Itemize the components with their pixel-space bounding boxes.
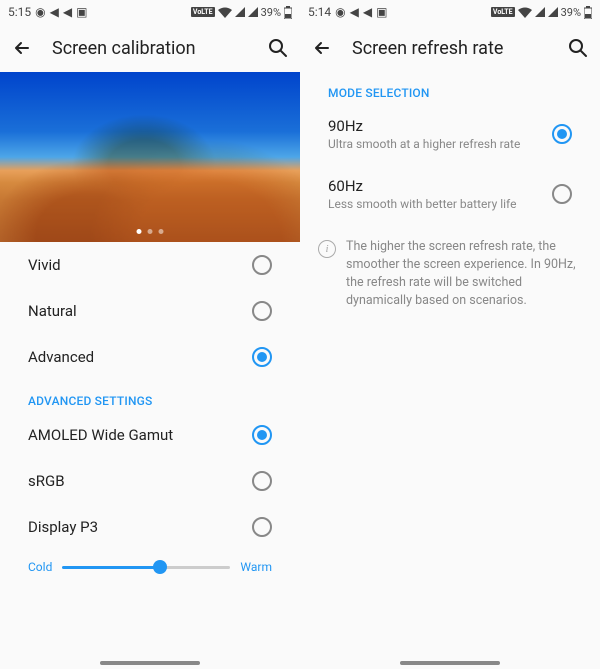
status-bar: 5:14 ◉ ◀ ◀ ▣ VoLTE 39% bbox=[300, 0, 600, 24]
radio-button[interactable] bbox=[252, 471, 272, 491]
wifi-icon bbox=[218, 7, 232, 18]
mode-advanced[interactable]: Advanced bbox=[0, 334, 300, 380]
advmode-displayp3[interactable]: Display P3 bbox=[0, 504, 300, 550]
info-row: i The higher the screen refresh rate, th… bbox=[300, 224, 600, 325]
slider-thumb[interactable] bbox=[153, 560, 167, 574]
page-title: Screen calibration bbox=[52, 38, 248, 59]
radio-button[interactable] bbox=[252, 425, 272, 445]
mode-label: Advanced bbox=[28, 348, 252, 366]
volte-icon: VoLTE bbox=[491, 7, 515, 17]
send-icon: ◀ bbox=[50, 5, 59, 19]
option-sub: Ultra smooth at a higher refresh rate bbox=[328, 137, 552, 151]
status-time: 5:14 bbox=[308, 5, 331, 19]
mode-label: Vivid bbox=[28, 256, 252, 274]
signal-icon bbox=[535, 7, 545, 17]
advmode-amoled[interactable]: AMOLED Wide Gamut bbox=[0, 412, 300, 458]
dot[interactable] bbox=[159, 229, 164, 234]
radio-button[interactable] bbox=[252, 301, 272, 321]
search-icon[interactable] bbox=[568, 38, 588, 58]
advmode-srgb[interactable]: sRGB bbox=[0, 458, 300, 504]
battery-percent: 39% bbox=[261, 6, 281, 19]
battery-percent: 39% bbox=[561, 6, 581, 19]
info-text: The higher the screen refresh rate, the … bbox=[346, 238, 582, 311]
send-icon: ◀ bbox=[363, 5, 372, 19]
refresh-90hz[interactable]: 90Hz Ultra smooth at a higher refresh ra… bbox=[300, 104, 600, 164]
mode-label: Natural bbox=[28, 302, 252, 320]
notif-icon: ◉ bbox=[335, 5, 345, 19]
screen-calibration: 5:15 ◉ ◀ ◀ ▣ VoLTE 39% Screen bbox=[0, 0, 300, 669]
option-sub: Less smooth with better battery life bbox=[328, 197, 552, 211]
back-icon[interactable] bbox=[312, 38, 332, 58]
title-bar: Screen calibration bbox=[0, 24, 300, 72]
signal-icon bbox=[548, 7, 558, 17]
radio-button[interactable] bbox=[252, 255, 272, 275]
mode-natural[interactable]: Natural bbox=[0, 288, 300, 334]
mode-vivid[interactable]: Vivid bbox=[0, 242, 300, 288]
mail-icon: ▣ bbox=[76, 5, 87, 19]
slider-warm-label: Warm bbox=[240, 560, 272, 574]
signal-icon bbox=[248, 7, 258, 17]
volte-icon: VoLTE bbox=[191, 7, 215, 17]
notif-icon: ◉ bbox=[35, 5, 45, 19]
send-icon: ◀ bbox=[350, 5, 359, 19]
mail-icon: ▣ bbox=[376, 5, 387, 19]
nav-handle[interactable] bbox=[100, 661, 200, 665]
dot[interactable] bbox=[148, 229, 153, 234]
radio-button[interactable] bbox=[252, 517, 272, 537]
info-icon: i bbox=[318, 240, 336, 258]
dot[interactable] bbox=[137, 229, 142, 234]
radio-button[interactable] bbox=[252, 347, 272, 367]
mode-selection-header: MODE SELECTION bbox=[300, 72, 600, 104]
radio-button[interactable] bbox=[552, 184, 572, 204]
screen-refresh-rate: 5:14 ◉ ◀ ◀ ▣ VoLTE 39% Screen bbox=[300, 0, 600, 669]
title-bar: Screen refresh rate bbox=[300, 24, 600, 72]
carousel-dots bbox=[137, 229, 164, 234]
send-icon: ◀ bbox=[63, 5, 72, 19]
slider-cold-label: Cold bbox=[28, 560, 52, 574]
mode-label: Display P3 bbox=[28, 518, 252, 536]
back-icon[interactable] bbox=[12, 38, 32, 58]
color-temp-slider[interactable] bbox=[62, 566, 230, 569]
wifi-icon bbox=[518, 7, 532, 18]
signal-icon bbox=[235, 7, 245, 17]
search-icon[interactable] bbox=[268, 38, 288, 58]
page-title: Screen refresh rate bbox=[352, 38, 548, 59]
battery-icon bbox=[284, 6, 292, 19]
color-temp-slider-row: Cold Warm bbox=[0, 550, 300, 588]
preview-image[interactable] bbox=[0, 72, 300, 242]
option-label: 60Hz bbox=[328, 177, 552, 195]
advanced-settings-header: ADVANCED SETTINGS bbox=[0, 380, 300, 412]
status-bar: 5:15 ◉ ◀ ◀ ▣ VoLTE 39% bbox=[0, 0, 300, 24]
radio-button[interactable] bbox=[552, 124, 572, 144]
option-label: 90Hz bbox=[328, 117, 552, 135]
refresh-60hz[interactable]: 60Hz Less smooth with better battery lif… bbox=[300, 164, 600, 224]
mode-label: sRGB bbox=[28, 472, 252, 490]
battery-icon bbox=[584, 6, 592, 19]
status-time: 5:15 bbox=[8, 5, 31, 19]
mode-label: AMOLED Wide Gamut bbox=[28, 426, 252, 444]
nav-handle[interactable] bbox=[400, 661, 500, 665]
